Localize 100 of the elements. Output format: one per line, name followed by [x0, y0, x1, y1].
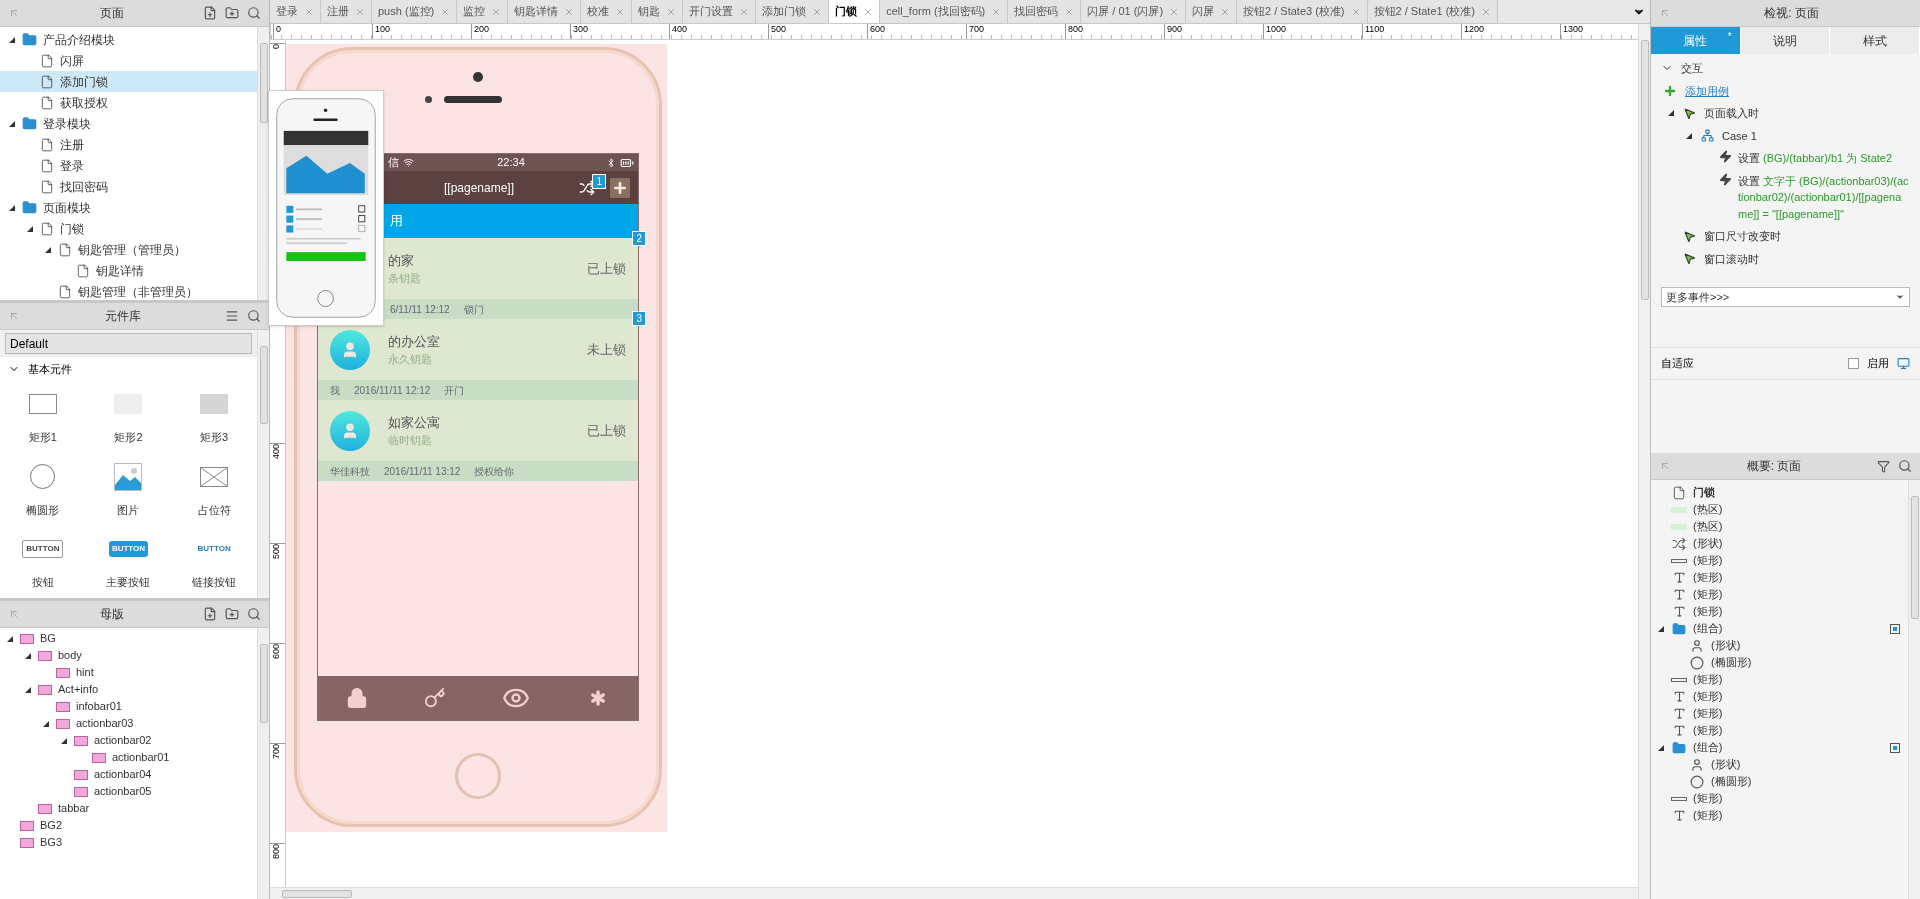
add-button[interactable]: [610, 177, 630, 198]
widget-tile[interactable]: 矩形2: [85, 389, 172, 446]
close-icon[interactable]: [991, 6, 1002, 17]
expand-arrow-icon[interactable]: [1685, 131, 1693, 140]
filter-icon[interactable]: [1877, 459, 1890, 473]
master-tree-item[interactable]: actionbar04: [0, 766, 257, 783]
expand-arrow-icon[interactable]: [1657, 624, 1665, 633]
expand-arrow-icon[interactable]: [26, 224, 34, 233]
expand-arrow-icon[interactable]: [24, 651, 32, 660]
widget-tile[interactable]: 椭圆形: [0, 461, 86, 518]
master-tree-item[interactable]: tabbar: [0, 800, 257, 817]
more-events-dropdown[interactable]: 更多事件>>>: [1661, 287, 1910, 307]
close-icon[interactable]: [1350, 6, 1361, 17]
master-tree-item[interactable]: body: [0, 647, 257, 664]
document-tab[interactable]: 监控: [457, 0, 509, 23]
master-tree-item[interactable]: BG: [0, 630, 257, 647]
page-tree-item[interactable]: 钥匙管理（管理员）: [0, 239, 257, 260]
master-tree-item[interactable]: hint: [0, 664, 257, 681]
document-tab[interactable]: 找回密码: [1008, 0, 1082, 23]
outline-item[interactable]: (矩形): [1651, 569, 1908, 586]
master-tree-item[interactable]: actionbar03: [0, 715, 257, 732]
expand-arrow-icon[interactable]: [44, 245, 52, 254]
expand-arrow-icon[interactable]: [8, 35, 16, 44]
document-tab[interactable]: cell_form (找回密码): [880, 0, 1009, 23]
widget-tile[interactable]: BUTTON 主要按钮: [85, 534, 172, 591]
document-tab[interactable]: 钥匙详情: [508, 0, 582, 23]
close-icon[interactable]: [1481, 6, 1492, 17]
expand-arrow-icon[interactable]: [6, 634, 14, 643]
outline-item[interactable]: (矩形): [1651, 552, 1908, 569]
outline-item[interactable]: (椭圆形): [1651, 654, 1908, 671]
action-text[interactable]: 设置 文字于 (BG)/(actionbar03)/(actionbar02)/(actionbar01)/[[pagename]] = "[[pagename]]": [1738, 172, 1910, 222]
outline-item[interactable]: (矩形): [1651, 586, 1908, 603]
outline-item[interactable]: (热区): [1651, 518, 1908, 535]
page-tree-item[interactable]: 钥匙管理（非管理员）: [0, 281, 257, 302]
search-icon[interactable]: [1898, 459, 1912, 473]
action-text[interactable]: 设置 (BG)/(tabbar)/b1 为 State2: [1738, 150, 1893, 167]
widget-tile[interactable]: 图片: [85, 461, 172, 518]
outline-item[interactable]: (矩形): [1651, 671, 1908, 688]
page-tree-item[interactable]: 页面模块: [0, 197, 257, 218]
expand-arrow-icon[interactable]: [42, 719, 50, 728]
page-tree-item[interactable]: 门锁: [0, 218, 257, 239]
expand-arrow-icon[interactable]: [24, 685, 32, 694]
close-icon[interactable]: [1064, 6, 1075, 17]
master-tree-item[interactable]: actionbar01: [0, 749, 257, 766]
widget-tile[interactable]: BUTTON 链接按钮: [171, 534, 257, 591]
document-tab[interactable]: 闪屏 / 01 (闪屏): [1081, 0, 1187, 23]
key-icon[interactable]: [424, 687, 446, 709]
outline-item[interactable]: (矩形): [1651, 722, 1908, 739]
outline-item[interactable]: (矩形): [1651, 688, 1908, 705]
close-icon[interactable]: [812, 6, 823, 17]
outline-item[interactable]: (组合): [1651, 739, 1908, 756]
close-icon[interactable]: [863, 6, 874, 17]
lock-icon[interactable]: [346, 687, 368, 709]
page-tree-item[interactable]: 登录: [0, 155, 257, 176]
key-row[interactable]: 的办公室 永久钥匙 未上锁: [318, 319, 638, 380]
inspector-tab[interactable]: 样式: [1830, 27, 1920, 54]
document-tab[interactable]: 闪屏: [1186, 0, 1238, 23]
master-tree-item[interactable]: BG3: [0, 834, 257, 851]
master-tree-item[interactable]: infobar01: [0, 698, 257, 715]
outline-item[interactable]: (热区): [1651, 501, 1908, 518]
close-icon[interactable]: [1169, 6, 1180, 17]
document-tab[interactable]: 注册: [321, 0, 372, 23]
key-row[interactable]: 如家公寓 临时钥匙 已上锁: [318, 400, 638, 461]
expand-arrow-icon[interactable]: [8, 203, 16, 212]
close-icon[interactable]: [1220, 6, 1231, 17]
outline-item[interactable]: (形状): [1651, 535, 1908, 552]
page-tree-item[interactable]: 闪屏: [0, 50, 257, 71]
document-tab[interactable]: 校准: [581, 0, 633, 23]
widget-tile[interactable]: 占位符: [171, 461, 257, 518]
page-tree-item[interactable]: 产品介绍模块: [0, 29, 257, 50]
outline-item[interactable]: (矩形): [1651, 603, 1908, 620]
add-folder-icon[interactable]: [225, 6, 239, 20]
outline-item[interactable]: (组合): [1651, 620, 1908, 637]
outline-item[interactable]: (矩形): [1651, 705, 1908, 722]
event-label[interactable]: 窗口尺寸改变时: [1704, 228, 1781, 245]
expand-arrow-icon[interactable]: [1657, 743, 1665, 752]
widget-tile[interactable]: 矩形3: [171, 389, 257, 446]
expand-arrow-icon[interactable]: [60, 736, 68, 745]
inspector-tab[interactable]: 说明: [1740, 27, 1831, 54]
outline-item[interactable]: (椭圆形): [1651, 773, 1908, 790]
scrollbar[interactable]: [1638, 24, 1650, 899]
close-icon[interactable]: [355, 6, 365, 17]
master-tree-item[interactable]: BG2: [0, 817, 257, 834]
event-label[interactable]: 窗口滚动时: [1704, 250, 1759, 267]
close-icon[interactable]: [564, 6, 575, 17]
close-icon[interactable]: [666, 6, 677, 17]
outline-item[interactable]: 门锁: [1651, 484, 1908, 501]
search-icon[interactable]: [247, 607, 261, 621]
master-tree-item[interactable]: actionbar05: [0, 783, 257, 800]
outline-item[interactable]: (矩形): [1651, 790, 1908, 807]
search-icon[interactable]: [247, 309, 261, 323]
shuffle-icon[interactable]: [579, 179, 595, 196]
case-label[interactable]: Case 1: [1722, 127, 1757, 144]
master-tree-item[interactable]: Act+info: [0, 681, 257, 698]
close-icon[interactable]: [491, 6, 502, 17]
document-tab[interactable]: 开门设置: [683, 0, 757, 23]
page-tree-item[interactable]: 添加门锁: [0, 71, 257, 92]
outline-item[interactable]: (形状): [1651, 637, 1908, 654]
add-page-icon[interactable]: [203, 607, 217, 621]
page-tree-item[interactable]: 获取授权: [0, 92, 257, 113]
